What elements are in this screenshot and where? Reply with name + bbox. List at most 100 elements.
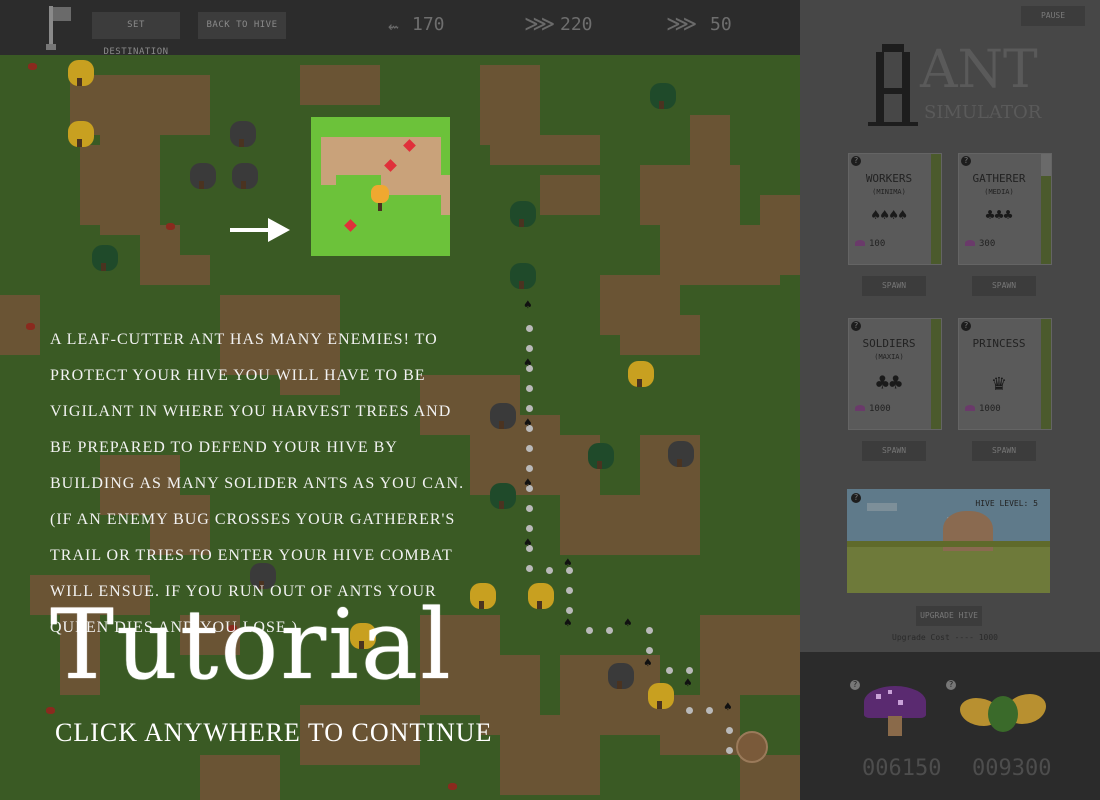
card-cost: 1000 <box>979 404 1001 414</box>
tree-icon <box>232 163 258 189</box>
trail-marker <box>546 567 553 574</box>
leaf-tree-icon <box>371 185 389 203</box>
ant-icon: ♠ <box>524 416 532 431</box>
card-cost: 100 <box>869 239 886 249</box>
spawn-gatherer-button[interactable]: SPAWN <box>972 276 1036 296</box>
upgrade-hive-button[interactable]: UPGRADE HIVE <box>916 606 982 626</box>
help-icon[interactable]: ? <box>850 680 860 690</box>
trail-marker <box>666 667 673 674</box>
tree-icon <box>588 443 614 469</box>
upgrade-cost-label: Upgrade Cost ---- 1000 <box>892 633 998 642</box>
logo: ANT SIMULATOR <box>862 40 1042 130</box>
pause-button[interactable]: PAUSE <box>1021 6 1085 26</box>
tree-icon <box>608 663 634 689</box>
spawn-princess-button[interactable]: SPAWN <box>972 441 1036 461</box>
help-icon[interactable]: ? <box>961 321 971 331</box>
enemy-bug-icon <box>166 223 175 230</box>
flag-icon[interactable] <box>46 4 76 50</box>
trail-marker <box>526 505 533 512</box>
sidebar: PAUSE ANT SIMULATOR ? WORKERS (MINIMA) ♠… <box>800 0 1100 652</box>
card-subtitle: (MINIMA) <box>872 188 906 196</box>
leaves-icon <box>960 692 1046 732</box>
tree-icon <box>68 60 94 86</box>
logo-ant-icon <box>868 44 918 126</box>
gatherer-card[interactable]: ? GATHERER (MEDIA) ♣♣♣ 300 <box>958 153 1052 265</box>
ant-icon: ♠ <box>564 556 572 571</box>
help-icon[interactable]: ? <box>851 156 861 166</box>
mushroom-count: 006150 <box>862 756 942 781</box>
card-cost: 300 <box>979 239 996 249</box>
spawn-progress-bar <box>1041 319 1051 429</box>
princess-ant-icon: ♛ <box>992 371 1006 396</box>
leaves-count: 009300 <box>972 756 1052 781</box>
tree-icon <box>490 403 516 429</box>
trail-marker <box>526 565 533 572</box>
tree-icon <box>648 683 674 709</box>
logo-title: ANT <box>920 40 1038 100</box>
help-icon[interactable]: ? <box>851 321 861 331</box>
hive-panel[interactable]: ? HIVE LEVEL: 5 <box>847 489 1050 593</box>
trail-marker <box>726 727 733 734</box>
hive-entrance-icon[interactable] <box>736 731 768 763</box>
gatherer-count: 220 <box>560 14 593 35</box>
hive-level-label: HIVE LEVEL: 5 <box>975 499 1038 508</box>
tree-icon <box>628 361 654 387</box>
enemy-bug-icon <box>344 219 357 232</box>
enemy-bug-icon <box>26 323 35 330</box>
tree-icon <box>668 441 694 467</box>
tree-icon <box>510 263 536 289</box>
spawn-soldiers-button[interactable]: SPAWN <box>862 441 926 461</box>
soldier-ants-icon: ♣♣ <box>875 371 903 396</box>
trail-marker <box>526 385 533 392</box>
tree-icon <box>470 583 496 609</box>
enemy-bug-icon <box>28 63 37 70</box>
trail-marker <box>526 345 533 352</box>
tutorial-example-image <box>311 117 450 256</box>
stockpile-panel: ? ? 006150 009300 <box>800 652 1100 800</box>
trail-marker <box>706 707 713 714</box>
tree-icon <box>510 201 536 227</box>
worker-count: 170 <box>412 14 445 35</box>
trail-marker <box>606 627 613 634</box>
worker-ant-icon: ⇜ <box>388 16 399 37</box>
set-destination-button[interactable]: SET DESTINATION <box>92 12 180 57</box>
help-icon[interactable]: ? <box>961 156 971 166</box>
trail-marker <box>566 607 573 614</box>
card-cost: 1000 <box>869 404 891 414</box>
enemy-bug-icon <box>448 783 457 790</box>
trail-marker <box>646 647 653 654</box>
trail-marker <box>526 465 533 472</box>
continue-prompt[interactable]: CLICK ANYWHERE TO CONTINUE <box>55 718 492 748</box>
top-bar: SET DESTINATION BACK TO HIVE ⇜ 170 ⋙ 220… <box>0 0 800 57</box>
trail-marker <box>686 707 693 714</box>
ant-icon: ♠ <box>724 700 732 715</box>
ant-icon: ♠ <box>524 356 532 371</box>
card-title: PRINCESS <box>972 337 1026 350</box>
ant-icon: ♠ <box>624 616 632 631</box>
trail-marker <box>526 405 533 412</box>
mushroom-icon <box>864 686 926 736</box>
mushroom-cost-icon <box>965 240 975 246</box>
workers-card[interactable]: ? WORKERS (MINIMA) ♠♠♠♠ 100 <box>848 153 942 265</box>
trail-marker <box>526 325 533 332</box>
card-subtitle: (MAXIA) <box>874 353 904 361</box>
tree-icon <box>490 483 516 509</box>
soldiers-card[interactable]: ? SOLDIERS (MAXIA) ♣♣ 1000 <box>848 318 942 430</box>
spawn-workers-button[interactable]: SPAWN <box>862 276 926 296</box>
card-subtitle: (MEDIA) <box>984 188 1014 196</box>
help-icon[interactable]: ? <box>851 493 861 503</box>
spawn-progress-bar <box>931 319 941 429</box>
back-to-hive-button[interactable]: BACK TO HIVE <box>198 12 286 39</box>
trail-marker <box>686 667 693 674</box>
ant-icon: ♠ <box>684 676 692 691</box>
ant-icon: ♠ <box>644 656 652 671</box>
tree-icon <box>190 163 216 189</box>
soldier-ant-icon: ⋙ <box>666 12 698 37</box>
card-title: WORKERS <box>865 172 913 185</box>
help-icon[interactable]: ? <box>946 680 956 690</box>
tree-icon <box>650 83 676 109</box>
trail-marker <box>646 627 653 634</box>
spawn-progress-bar <box>931 154 941 264</box>
worker-ants-icon: ♠♠♠♠ <box>870 206 908 224</box>
princess-card[interactable]: ? PRINCESS ♛ 1000 <box>958 318 1052 430</box>
